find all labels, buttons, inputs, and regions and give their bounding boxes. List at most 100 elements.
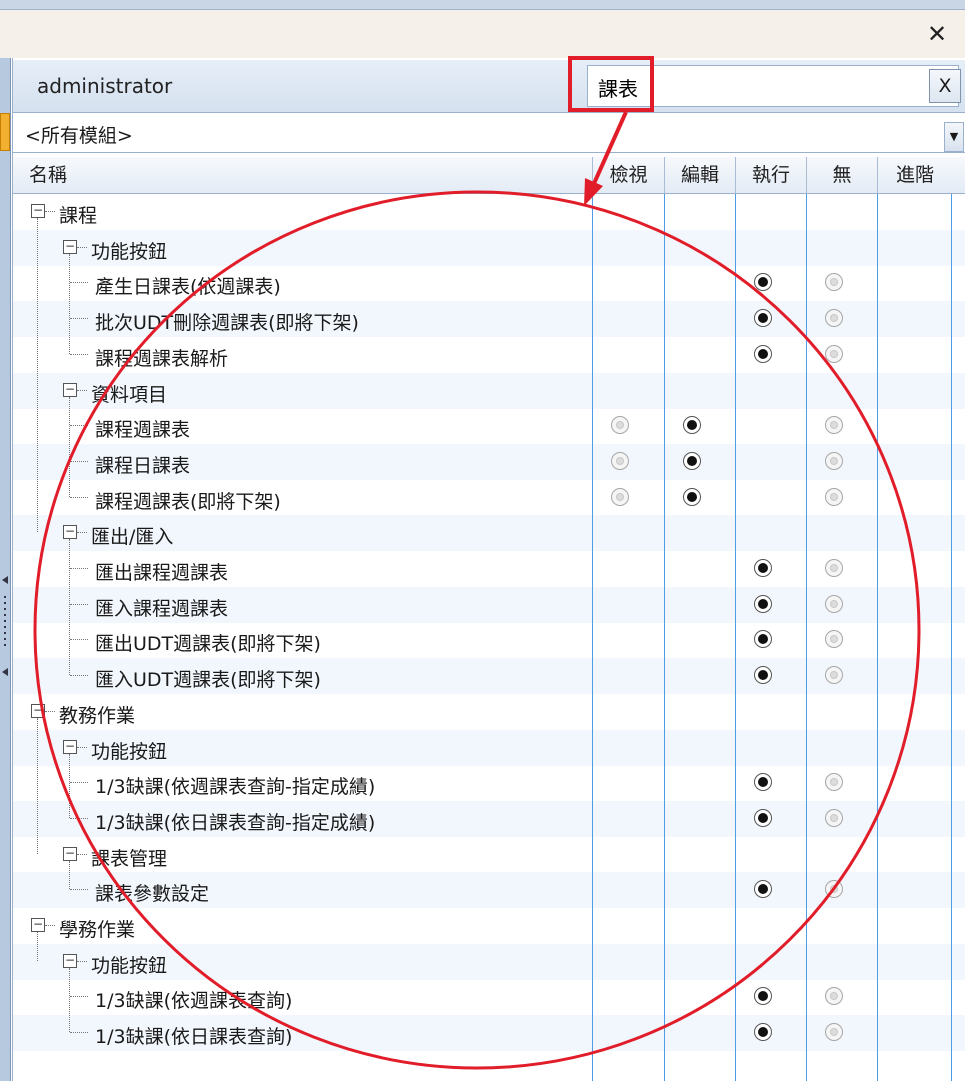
column-header-none[interactable]: 無 — [806, 157, 877, 193]
tree-row[interactable]: 課程週課表解析 — [13, 337, 965, 373]
tree-row[interactable]: 1/3缺課(依週課表查詢) — [13, 979, 965, 1015]
radio-none[interactable] — [825, 594, 843, 613]
radio-none[interactable] — [825, 344, 843, 363]
radio-execute[interactable] — [754, 630, 772, 649]
tree-node-label: 資料項目 — [91, 383, 168, 406]
radio-edit[interactable] — [683, 416, 701, 435]
tree-connector — [70, 603, 88, 606]
tree-node-label: 學務作業 — [59, 919, 136, 941]
tree-row[interactable]: 課程日課表 — [13, 443, 965, 480]
radio-none[interactable] — [825, 273, 843, 292]
radio-none[interactable] — [825, 451, 843, 470]
tree-node-label: 課程 — [59, 205, 98, 227]
radio-view[interactable] — [611, 416, 629, 435]
dock-tab-indicator[interactable] — [0, 113, 10, 151]
column-divider — [806, 194, 807, 1081]
radio-execute[interactable] — [754, 808, 772, 827]
collapse-icon[interactable]: − — [31, 204, 45, 218]
column-header-advanced[interactable]: 進階 — [877, 157, 952, 193]
clear-search-button[interactable]: X — [929, 69, 961, 103]
radio-execute[interactable] — [754, 666, 772, 685]
radio-edit[interactable] — [683, 487, 701, 506]
radio-none[interactable] — [825, 487, 843, 506]
radio-none[interactable] — [825, 630, 843, 649]
tree-connector — [37, 717, 39, 854]
tree-row[interactable]: − 匯出/匯入 — [13, 515, 965, 552]
tree-row[interactable]: 匯出UDT週課表(即將下架) — [13, 622, 965, 658]
tree-row[interactable]: − 教務作業 — [13, 694, 965, 730]
collapse-icon[interactable]: − — [63, 953, 77, 968]
module-select[interactable]: <所有模組> ▼ — [13, 114, 965, 153]
tree-row[interactable]: 1/3缺課(依日課表查詢-指定成績) — [13, 800, 965, 837]
tree-connector — [70, 425, 88, 427]
tree-row[interactable]: − 功能按鈕 — [13, 229, 965, 266]
column-header-edit[interactable]: 編輯 — [664, 157, 735, 193]
radio-execute[interactable] — [754, 773, 772, 792]
tree-row[interactable]: 批次UDT刪除週課表(即將下架) — [13, 301, 965, 338]
tree-row[interactable]: 課表參數設定 — [13, 872, 965, 909]
collapse-icon[interactable]: − — [31, 703, 45, 718]
tree-connector — [77, 960, 87, 963]
close-icon[interactable]: ✕ — [923, 20, 951, 48]
radio-none[interactable] — [825, 987, 843, 1006]
radio-none[interactable] — [825, 309, 843, 328]
tree-leaf-label: 1/3缺課(依週課表查詢) — [95, 990, 293, 1013]
splitter-grip-icon[interactable] — [2, 576, 8, 676]
tree-row[interactable]: 產生日課表(依週課表) — [13, 265, 965, 301]
radio-execute[interactable] — [754, 559, 772, 577]
tree-connector — [70, 639, 88, 641]
radio-execute[interactable] — [754, 880, 772, 899]
tree-row[interactable]: 課程週課表 — [13, 408, 965, 444]
dropdown-arrow-icon[interactable]: ▼ — [944, 122, 964, 152]
radio-none[interactable] — [825, 808, 843, 827]
radio-execute[interactable] — [754, 987, 772, 1006]
collapse-icon[interactable]: − — [31, 918, 45, 932]
column-header-view[interactable]: 檢視 — [592, 157, 664, 193]
tree-row[interactable]: − 功能按鈕 — [13, 729, 965, 766]
tree-node-label: 匯出/匯入 — [91, 526, 174, 549]
tree-leaf-label: 批次UDT刪除週課表(即將下架) — [95, 312, 359, 335]
radio-execute[interactable] — [754, 273, 772, 292]
tree-row[interactable]: 1/3缺課(依週課表查詢-指定成績) — [13, 765, 965, 801]
tree-connector — [69, 967, 71, 1033]
collapse-icon[interactable]: − — [63, 846, 77, 861]
search-input[interactable] — [596, 72, 900, 102]
tree-row[interactable]: 匯入UDT週課表(即將下架) — [13, 658, 965, 695]
radio-none[interactable] — [825, 559, 843, 577]
radio-view[interactable] — [611, 451, 629, 470]
radio-none[interactable] — [825, 880, 843, 899]
tree-leaf-label: 課表參數設定 — [95, 883, 210, 906]
radio-none[interactable] — [825, 1023, 843, 1042]
collapse-icon[interactable]: − — [63, 239, 77, 254]
radio-execute[interactable] — [754, 594, 772, 613]
tree-row[interactable]: 1/3缺課(依日課表查詢) — [13, 1015, 965, 1052]
radio-none[interactable] — [825, 773, 843, 792]
tree-connector — [77, 853, 87, 856]
tree-node-label: 功能按鈕 — [91, 954, 168, 977]
column-header-name[interactable]: 名稱 — [13, 157, 589, 193]
tree-row[interactable]: − 學務作業 — [13, 908, 965, 944]
tree-row[interactable]: − 功能按鈕 — [13, 943, 965, 980]
collapse-icon[interactable]: − — [63, 382, 77, 397]
search-box[interactable] — [587, 65, 959, 107]
collapse-icon[interactable]: − — [63, 739, 77, 754]
tree-leaf-label: 匯出課程週課表 — [95, 562, 229, 584]
column-header-execute[interactable]: 執行 — [735, 157, 806, 193]
tree-node-label: 教務作業 — [59, 704, 136, 727]
radio-execute[interactable] — [754, 309, 772, 328]
tree-row[interactable]: 匯入課程週課表 — [13, 586, 965, 623]
radio-none[interactable] — [825, 666, 843, 685]
left-dock-strip — [0, 58, 11, 1081]
tree-row[interactable]: − 資料項目 — [13, 372, 965, 409]
radio-edit[interactable] — [683, 451, 701, 470]
tree-connector — [77, 746, 87, 749]
collapse-icon[interactable]: − — [63, 525, 77, 540]
radio-execute[interactable] — [754, 344, 772, 363]
tree-row[interactable]: − 課表管理 — [13, 837, 965, 873]
tree-row[interactable]: − 課程 — [13, 194, 965, 230]
radio-execute[interactable] — [754, 1023, 772, 1042]
tree-row[interactable]: 匯出課程週課表 — [13, 551, 965, 587]
tree-row[interactable]: 課程週課表(即將下架) — [13, 480, 965, 516]
radio-none[interactable] — [825, 416, 843, 435]
radio-view[interactable] — [611, 487, 629, 506]
